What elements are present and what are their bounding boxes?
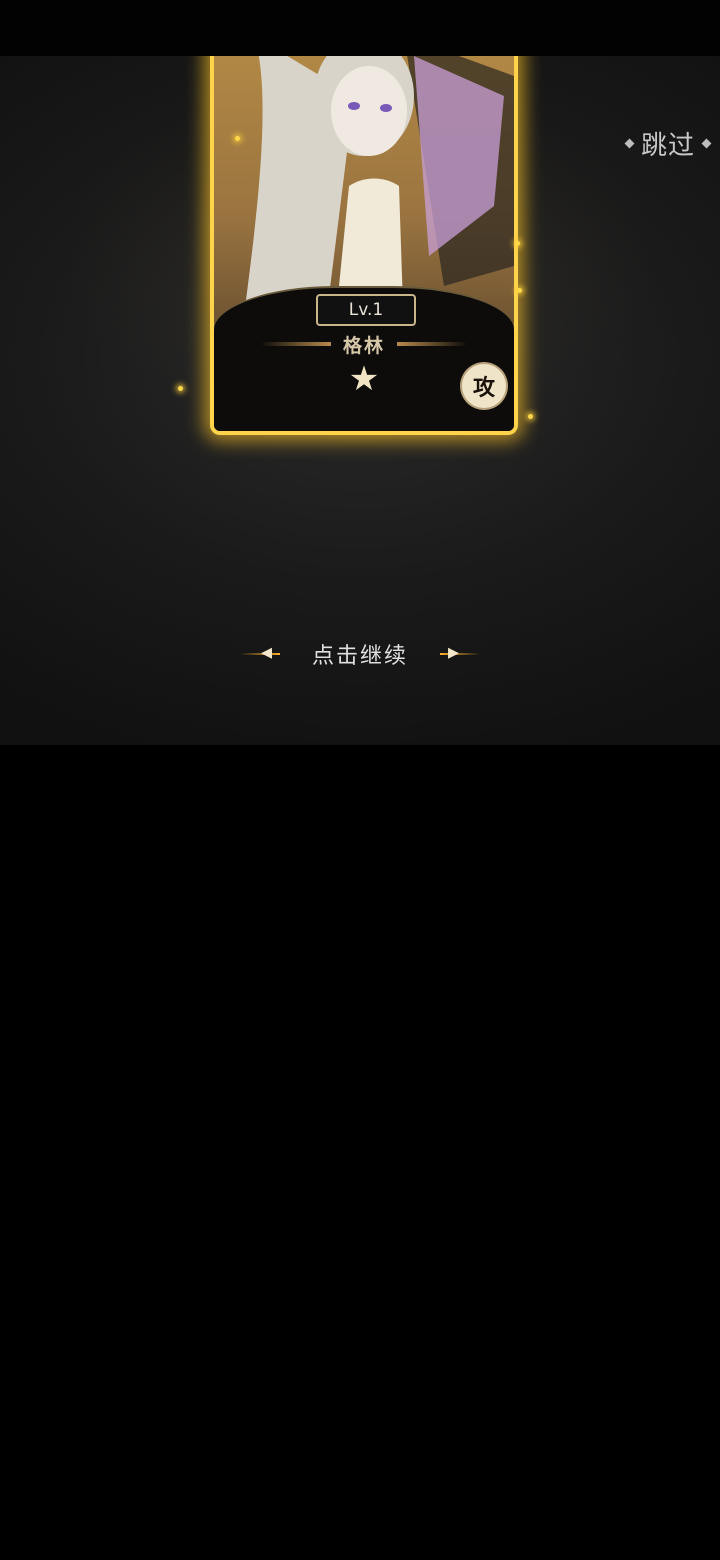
- level-badge: Lv.1: [316, 294, 416, 326]
- hero-reveal-view[interactable]: Lv.1 格林 ★ 攻 跳过 点击继续: [0, 56, 720, 745]
- hero-card[interactable]: Lv.1 格林 ★ 攻: [210, 56, 518, 435]
- hero-name: 格林: [342, 334, 385, 357]
- name-row: 格林: [214, 329, 514, 359]
- sparkle: [517, 288, 522, 293]
- sparkle: [515, 241, 520, 246]
- skip-label: 跳过: [640, 130, 695, 161]
- star-icon: ★: [348, 359, 380, 399]
- status-bar: [0, 0, 720, 56]
- ornament-right-icon: [397, 342, 467, 346]
- class-badge: 攻: [462, 364, 506, 408]
- class-text: 攻: [472, 376, 495, 401]
- diamond-icon: [701, 138, 712, 148]
- ornament-left-icon: [260, 342, 331, 346]
- sparkle: [528, 414, 533, 419]
- arrow-right-icon: [440, 641, 492, 666]
- sparkle: [178, 386, 183, 391]
- skip-button[interactable]: 跳过: [624, 126, 712, 161]
- continue-button[interactable]: 点击继续: [0, 636, 720, 672]
- sparkle: [235, 136, 240, 141]
- arrow-left-icon: [228, 641, 280, 666]
- screen[interactable]: Lv.1 格林 ★ 攻 跳过 点击继续: [0, 0, 720, 1560]
- diamond-icon: [624, 138, 635, 148]
- continue-label: 点击继续: [311, 644, 408, 669]
- level-text: Lv.1: [348, 300, 384, 320]
